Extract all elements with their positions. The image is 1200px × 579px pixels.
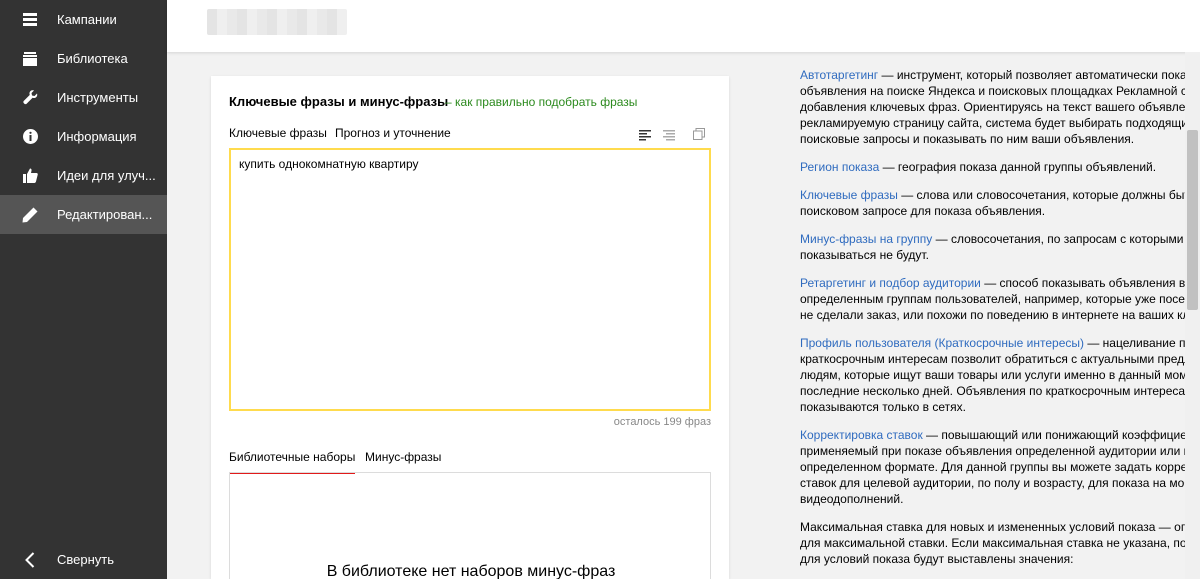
tab-forecast[interactable]: Прогноз и уточнение bbox=[335, 126, 451, 148]
phrases-counter: осталось 199 фраз bbox=[613, 416, 711, 428]
help-retargeting: Ретаргетинг и подбор аудитории — способ … bbox=[800, 276, 1185, 322]
sidebar-item-label: Информация bbox=[57, 129, 137, 144]
help-term-link[interactable]: Профиль пользователя (Краткосрочные инте… bbox=[800, 336, 1084, 350]
keywords-textarea[interactable]: купить однокомнатную квартиру bbox=[229, 148, 711, 411]
help-term-link[interactable]: Минус-фразы на группу bbox=[800, 232, 932, 246]
library-icon bbox=[21, 50, 39, 68]
keywords-card: Ключевые фразы и минус-фразы – как прави… bbox=[211, 76, 729, 579]
sidebar-item-campaigns[interactable]: Кампании bbox=[0, 0, 167, 39]
help-keywords: Ключевые фразы — слова или словосочетани… bbox=[800, 188, 1185, 218]
tab-library-sets[interactable]: Библиотечные наборы bbox=[229, 450, 356, 474]
help-bids: Корректировка ставок — повышающий или по… bbox=[800, 428, 1185, 506]
help-term-link[interactable]: Ключевые фразы bbox=[800, 188, 898, 202]
help-autotargeting: Автотаргетинг — инструмент, который позв… bbox=[800, 68, 1185, 146]
sidebar-item-tools[interactable]: Инструменты bbox=[0, 78, 167, 117]
help-panel: Автотаргетинг — инструмент, который позв… bbox=[790, 60, 1185, 579]
align-left-icon[interactable] bbox=[639, 128, 653, 142]
collapse-sidebar-button[interactable]: Свернуть bbox=[0, 540, 167, 579]
sidebar-item-library[interactable]: Библиотека bbox=[0, 39, 167, 78]
tab-keywords[interactable]: Ключевые фразы bbox=[229, 126, 327, 150]
pencil-icon bbox=[21, 206, 39, 224]
sidebar-item-editing[interactable]: Редактирован... bbox=[0, 195, 167, 234]
list-icon bbox=[21, 11, 39, 29]
card-title: Ключевые фразы и минус-фразы bbox=[229, 94, 449, 109]
sidebar-item-label: Инструменты bbox=[57, 90, 139, 105]
sidebar-item-info[interactable]: Информация bbox=[0, 117, 167, 156]
help-maxbid: Максимальная ставка для новых и измененн… bbox=[800, 520, 1185, 566]
sidebar-item-ideas[interactable]: Идеи для улуч... bbox=[0, 156, 167, 195]
blurred-title bbox=[207, 9, 347, 35]
keyword-help-link[interactable]: – как правильно подобрать фразы bbox=[445, 95, 637, 109]
help-profile: Профиль пользователя (Краткосрочные инте… bbox=[800, 336, 1185, 414]
collapse-label: Свернуть bbox=[57, 552, 115, 567]
tab-negative-phrases[interactable]: Минус-фразы bbox=[365, 450, 441, 472]
scrollbar-thumb[interactable] bbox=[1187, 130, 1198, 310]
sidebar-item-label: Идеи для улуч... bbox=[57, 168, 156, 183]
library-empty-message: В библиотеке нет наборов минус-фраз bbox=[326, 563, 616, 579]
copy-icon[interactable] bbox=[693, 127, 707, 141]
help-region: Регион показа — география показа данной … bbox=[800, 160, 1157, 174]
help-term-link[interactable]: Корректировка ставок bbox=[800, 428, 923, 442]
thumbs-up-icon bbox=[21, 167, 39, 185]
wrench-icon bbox=[21, 89, 39, 107]
help-negative: Минус-фразы на группу — словосочетания, … bbox=[800, 232, 1185, 262]
sidebar-item-label: Редактирован... bbox=[57, 207, 153, 222]
help-term-link[interactable]: Регион показа bbox=[800, 160, 879, 174]
list-view-icon[interactable] bbox=[663, 128, 677, 142]
sidebar-item-label: Кампании bbox=[57, 12, 117, 27]
sidebar-item-label: Библиотека bbox=[57, 51, 128, 66]
sidebar: Кампании Библиотека Инструменты Информац… bbox=[0, 0, 167, 579]
chevron-left-icon bbox=[21, 551, 39, 569]
header bbox=[167, 0, 1200, 52]
help-term-link[interactable]: Ретаргетинг и подбор аудитории bbox=[800, 276, 981, 290]
library-sets-panel: В библиотеке нет наборов минус-фраз bbox=[229, 472, 711, 579]
info-icon bbox=[21, 128, 39, 146]
help-term-link[interactable]: Автотаргетинг bbox=[800, 68, 878, 82]
